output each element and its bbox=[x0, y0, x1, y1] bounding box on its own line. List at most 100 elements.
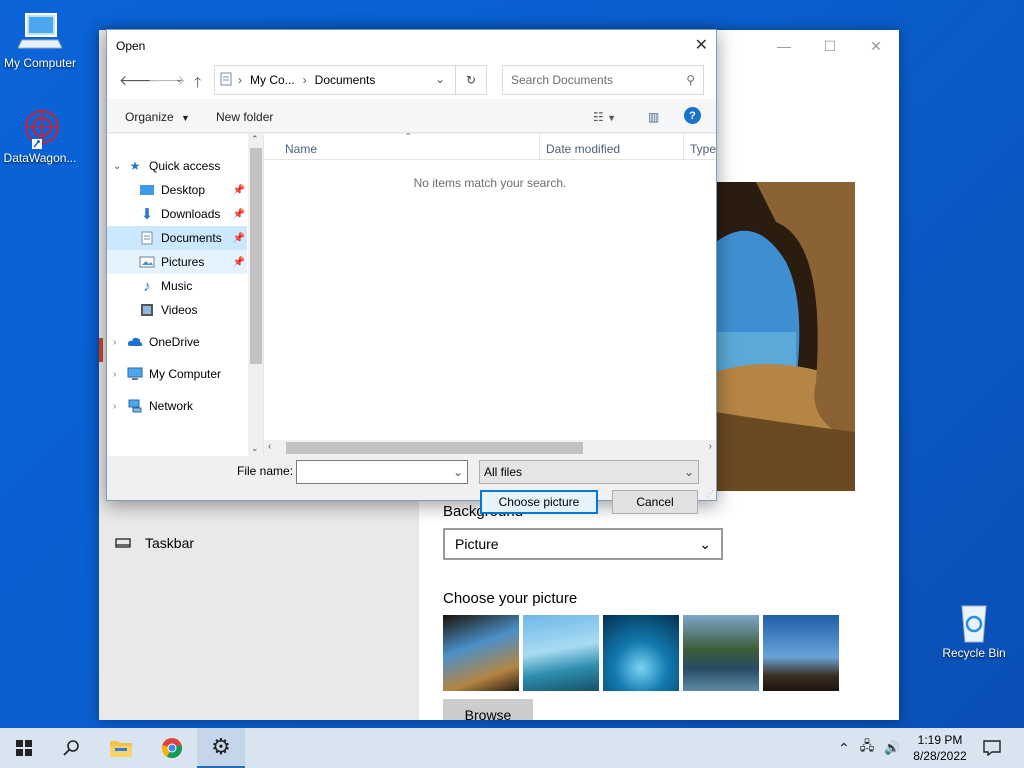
browse-button[interactable]: Browse bbox=[443, 699, 533, 720]
nav-downloads[interactable]: ⬇ Downloads 📌 bbox=[107, 202, 247, 226]
nav-label: Quick access bbox=[149, 159, 221, 173]
dialog-titlebar: Open ✕ bbox=[107, 30, 716, 61]
scroll-down-icon[interactable]: ⌄ bbox=[251, 443, 259, 454]
selected-indicator bbox=[99, 338, 103, 362]
column-name[interactable]: Name bbox=[285, 142, 317, 156]
column-headers: Name ⌃ Date modified Type bbox=[264, 132, 716, 160]
chevron-up-icon[interactable]: ⌃ bbox=[838, 740, 850, 757]
nav-label: Music bbox=[161, 279, 193, 293]
dialog-close-button[interactable]: ✕ bbox=[695, 35, 708, 55]
folder-icon bbox=[110, 741, 132, 757]
desktop-folder-icon bbox=[139, 182, 155, 198]
desktop-icon-recycle-bin[interactable]: Recycle Bin bbox=[934, 600, 1014, 660]
scroll-left-icon[interactable]: ‹ bbox=[268, 441, 271, 452]
pictures-icon bbox=[139, 254, 155, 270]
scroll-up-icon[interactable]: ⌃ bbox=[251, 134, 259, 145]
view-options-icon[interactable]: ☷ ▼ bbox=[593, 110, 616, 124]
clock[interactable]: 1:19 PM 8/28/2022 bbox=[905, 732, 975, 764]
documents-icon bbox=[139, 230, 155, 246]
resize-grip-icon[interactable]: ⋰ bbox=[706, 489, 714, 498]
background-dropdown-value: Picture bbox=[455, 536, 499, 552]
desktop-icon-datawagon[interactable]: DataWagon... bbox=[0, 105, 80, 165]
background-dropdown[interactable]: Picture ⌄ bbox=[443, 528, 723, 560]
expand-chevron-icon[interactable]: › bbox=[113, 369, 127, 380]
nav-label: My Computer bbox=[149, 367, 222, 381]
horizontal-scrollbar[interactable]: ‹ › bbox=[264, 440, 716, 456]
chrome-button[interactable] bbox=[148, 728, 196, 768]
column-type[interactable]: Type bbox=[690, 142, 716, 156]
notifications-button[interactable] bbox=[968, 728, 1016, 768]
address-dropdown-icon[interactable]: ⌄ bbox=[435, 72, 445, 86]
search-icon: ⚲ bbox=[686, 73, 695, 87]
desktop-icon-label: My Computer bbox=[3, 56, 77, 70]
breadcrumb-item[interactable]: My Co... bbox=[250, 73, 295, 87]
cancel-button[interactable]: Cancel bbox=[612, 490, 698, 514]
start-button[interactable] bbox=[0, 728, 48, 768]
help-icon[interactable]: ? bbox=[684, 107, 701, 124]
file-explorer-button[interactable] bbox=[97, 728, 145, 768]
nav-documents[interactable]: Documents 📌 bbox=[107, 226, 247, 250]
file-name-input[interactable]: ⌄ bbox=[296, 460, 468, 484]
nav-my-computer[interactable]: › My Computer bbox=[113, 362, 253, 386]
picture-thumbnail[interactable] bbox=[763, 615, 839, 691]
picture-thumbnail[interactable] bbox=[683, 615, 759, 691]
volume-icon[interactable]: 🔊 bbox=[884, 740, 900, 756]
expand-chevron-icon[interactable]: › bbox=[113, 401, 127, 412]
up-arrow-icon[interactable]: 🡑 bbox=[194, 72, 201, 96]
organize-button[interactable]: Organize ▼ bbox=[125, 110, 190, 124]
choose-picture-button[interactable]: Choose picture bbox=[480, 490, 598, 514]
datawagon-icon bbox=[18, 105, 62, 149]
nav-label: Network bbox=[149, 399, 194, 413]
desktop-icon-my-computer[interactable]: My Computer bbox=[0, 10, 80, 70]
picture-thumbnail[interactable] bbox=[523, 615, 599, 691]
column-separator bbox=[539, 134, 540, 160]
video-film-icon bbox=[139, 302, 155, 318]
settings-button[interactable]: ⚙ bbox=[197, 728, 245, 768]
nav-label: Pictures bbox=[161, 255, 205, 269]
recent-locations-chevron-icon[interactable]: ⌄ bbox=[175, 74, 183, 85]
system-tray: ⌃ 🖧 🔊 bbox=[838, 728, 900, 768]
file-list-pane: Name ⌃ Date modified Type No items match… bbox=[263, 132, 716, 456]
navigation-bar: 🡐 🡒 ⌄ 🡑 › My Co... › Documents ⌄ ↻ Searc… bbox=[107, 61, 716, 99]
nav-scrollbar[interactable]: ⌃ ⌄ bbox=[248, 134, 263, 456]
refresh-button[interactable]: ↻ bbox=[455, 65, 487, 95]
nav-videos[interactable]: Videos bbox=[107, 298, 247, 322]
search-icon bbox=[63, 740, 79, 756]
recycle-bin-icon bbox=[952, 600, 996, 644]
sidebar-item-taskbar[interactable]: Taskbar bbox=[115, 535, 194, 551]
expand-chevron-icon[interactable]: ⌄ bbox=[113, 161, 127, 172]
nav-label: Documents bbox=[161, 231, 222, 245]
close-button[interactable]: ✕ bbox=[853, 30, 899, 62]
horizontal-scrollbar-thumb[interactable] bbox=[286, 442, 583, 454]
chrome-icon bbox=[162, 738, 182, 758]
nav-onedrive[interactable]: › OneDrive bbox=[113, 330, 253, 354]
maximize-button[interactable]: ☐ bbox=[807, 30, 853, 62]
nav-music[interactable]: ♪ Music bbox=[107, 274, 247, 298]
search-input[interactable]: Search Documents ⚲ bbox=[502, 65, 704, 95]
picture-thumbnail[interactable] bbox=[443, 615, 519, 691]
file-type-dropdown[interactable]: All files ⌄ bbox=[479, 460, 699, 484]
nav-network[interactable]: › Network bbox=[113, 394, 253, 418]
command-bar: Organize ▼ New folder ☷ ▼ ▥ ? bbox=[107, 99, 716, 133]
nav-desktop[interactable]: Desktop 📌 bbox=[107, 178, 247, 202]
scroll-right-icon[interactable]: › bbox=[709, 441, 712, 452]
preview-pane-icon[interactable]: ▥ bbox=[648, 110, 659, 124]
navigation-pane: ⌄ ★ Quick access Desktop 📌 ⬇ Downloads 📌… bbox=[107, 134, 263, 456]
search-button[interactable] bbox=[48, 728, 96, 768]
expand-chevron-icon[interactable]: › bbox=[113, 337, 127, 348]
file-name-label: File name: bbox=[237, 464, 294, 478]
chevron-down-icon[interactable]: ⌄ bbox=[453, 465, 463, 479]
nav-pictures[interactable]: Pictures 📌 bbox=[107, 250, 247, 274]
network-icon[interactable]: 🖧 bbox=[860, 737, 875, 759]
nav-quick-access[interactable]: ⌄ ★ Quick access bbox=[113, 154, 253, 178]
new-folder-button[interactable]: New folder bbox=[216, 110, 273, 124]
address-bar[interactable]: › My Co... › Documents ⌄ ↻ bbox=[214, 65, 487, 95]
organize-label: Organize bbox=[125, 110, 174, 124]
minimize-button[interactable]: — bbox=[761, 30, 807, 62]
picture-thumbnail[interactable] bbox=[603, 615, 679, 691]
nav-scrollbar-thumb[interactable] bbox=[250, 148, 262, 364]
clock-date: 8/28/2022 bbox=[913, 749, 967, 763]
breadcrumb-item[interactable]: Documents bbox=[315, 73, 376, 87]
column-date-modified[interactable]: Date modified bbox=[546, 142, 620, 156]
open-dialog: Open ✕ 🡐 🡒 ⌄ 🡑 › My Co... › Documents ⌄ … bbox=[106, 29, 717, 514]
